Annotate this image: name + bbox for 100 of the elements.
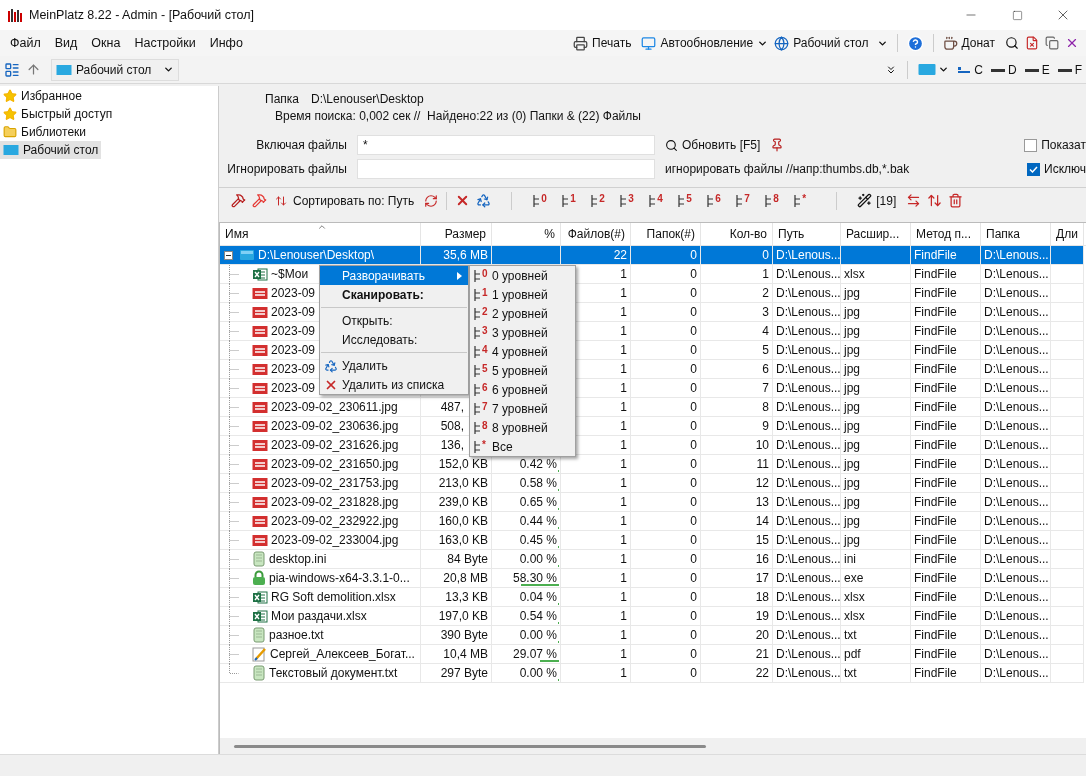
table-cell: 1 bbox=[561, 493, 631, 512]
sort-button[interactable]: Сортировать по: Путь bbox=[275, 191, 415, 210]
expand-level-button[interactable]: 3 bbox=[619, 193, 637, 208]
pin-icon[interactable] bbox=[770, 138, 785, 152]
file-name[interactable]: 2023-09-02_232922.jpg bbox=[271, 512, 399, 530]
recycle-icon[interactable] bbox=[476, 193, 492, 208]
file-name[interactable]: 2023-09 bbox=[271, 341, 316, 359]
sidebar-item[interactable]: Библиотеки bbox=[0, 123, 89, 141]
menu-item[interactable]: Исследовать: bbox=[320, 330, 468, 349]
menu-item[interactable]: Вид bbox=[47, 33, 85, 53]
option-checkbox[interactable]: Исключ bbox=[1027, 160, 1086, 178]
file-name[interactable]: Мои раздачи.xlsx bbox=[271, 607, 367, 625]
column-header[interactable]: Папок(#) bbox=[631, 223, 701, 245]
menu-item[interactable]: Удалить bbox=[320, 356, 468, 375]
file-name[interactable]: 2023-09-02_233004.jpg bbox=[271, 531, 399, 549]
column-header[interactable]: % bbox=[492, 223, 561, 245]
sidebar-item[interactable]: Быстрый доступ bbox=[0, 105, 116, 123]
close-window-icon[interactable] bbox=[1065, 36, 1079, 50]
file-name[interactable]: 2023-09-02_231650.jpg bbox=[271, 455, 399, 473]
file-name[interactable]: 2023-09-02_231828.jpg bbox=[271, 493, 399, 511]
drive-button[interactable]: E bbox=[1024, 60, 1050, 79]
file-name[interactable]: 2023-09-02_230636.jpg bbox=[271, 417, 399, 435]
clear-icon[interactable] bbox=[948, 193, 964, 208]
table-cell: jpg bbox=[841, 474, 911, 493]
file-name[interactable]: 2023-09 bbox=[271, 379, 316, 397]
table-cell: D:\Lenous... bbox=[773, 493, 841, 512]
column-header[interactable]: Папка bbox=[981, 223, 1051, 245]
table-cell: 35,6 MB bbox=[421, 246, 492, 265]
expand-level-button[interactable]: 7 bbox=[735, 193, 753, 208]
include-field[interactable]: * bbox=[357, 135, 655, 155]
expand-level-button[interactable]: 5 bbox=[677, 193, 695, 208]
panel-icon[interactable] bbox=[4, 61, 20, 78]
donate-button[interactable]: Донат bbox=[942, 34, 995, 52]
location-button[interactable]: Рабочий стол bbox=[774, 34, 888, 52]
auto-update-button[interactable]: Автообновление bbox=[641, 34, 769, 52]
scrollbar-thumb[interactable] bbox=[234, 744, 706, 748]
file-name[interactable]: 2023-09 bbox=[271, 360, 316, 378]
location-dropdown[interactable]: Рабочий стол bbox=[51, 58, 179, 81]
collapse-icon[interactable] bbox=[224, 250, 233, 260]
arrows-icon[interactable] bbox=[906, 193, 922, 208]
menu-item[interactable]: Настройки bbox=[127, 33, 203, 53]
menu-item[interactable]: Файл bbox=[3, 33, 48, 53]
drive-button[interactable]: C bbox=[957, 60, 983, 79]
search-icon[interactable] bbox=[1005, 36, 1019, 50]
file-name[interactable]: 2023-09 bbox=[271, 303, 316, 321]
file-name[interactable]: pia-windows-x64-3.3.1-0... bbox=[269, 569, 410, 587]
file-name[interactable]: 2023-09-02_231626.jpg bbox=[271, 436, 399, 454]
expand-level-button[interactable]: * bbox=[793, 193, 811, 208]
expand-level-button[interactable]: 8 bbox=[764, 193, 782, 208]
file-name[interactable]: разное.txt bbox=[269, 626, 324, 644]
expand-level-button[interactable]: 2 bbox=[590, 193, 608, 208]
sidebar-item[interactable]: Избранное bbox=[0, 87, 85, 105]
column-header[interactable]: Путь bbox=[773, 223, 841, 245]
menu-item[interactable]: Разворачивать bbox=[320, 266, 468, 285]
windows-icon[interactable] bbox=[1045, 36, 1059, 50]
file-name[interactable]: 2023-09-02_231753.jpg bbox=[271, 474, 399, 492]
file-name[interactable]: 2023-09 bbox=[271, 284, 316, 302]
expand-level-button[interactable]: 4 bbox=[648, 193, 666, 208]
column-header[interactable]: Имя bbox=[220, 223, 421, 245]
expand-level-button[interactable]: 6 bbox=[706, 193, 724, 208]
menu-item[interactable]: Открыть: bbox=[320, 311, 468, 330]
print-button[interactable]: Печать bbox=[573, 34, 632, 52]
up-icon[interactable] bbox=[26, 62, 41, 77]
file-name[interactable]: Сергей_Алексеев_Богат... bbox=[270, 645, 415, 663]
ignore-field[interactable] bbox=[357, 159, 655, 179]
column-header[interactable]: Расшир... bbox=[841, 223, 911, 245]
column-header[interactable]: Кол-во bbox=[701, 223, 773, 245]
file-name[interactable]: 2023-09 bbox=[271, 322, 316, 340]
column-header[interactable]: Размер bbox=[421, 223, 492, 245]
table-cell: 5 bbox=[701, 341, 773, 360]
close-file-icon[interactable] bbox=[1025, 36, 1039, 50]
table-cell: 22 bbox=[701, 664, 773, 683]
level-icon: 0 bbox=[473, 268, 492, 283]
file-name[interactable]: RG Soft demolition.xlsx bbox=[271, 588, 396, 606]
column-header[interactable]: Файлов(#) bbox=[561, 223, 631, 245]
refresh-button[interactable]: Обновить [F5] bbox=[665, 136, 761, 154]
menu-item[interactable]: Сканировать: bbox=[320, 285, 468, 304]
menu-item[interactable]: Окна bbox=[84, 33, 128, 53]
menu-item[interactable]: Удалить из списка bbox=[320, 375, 468, 394]
file-name[interactable]: desktop.ini bbox=[269, 550, 327, 568]
hammer-icon[interactable] bbox=[231, 193, 246, 208]
help-icon[interactable] bbox=[906, 34, 924, 52]
drive-button[interactable]: F bbox=[1057, 60, 1082, 79]
file-name[interactable]: ~$Мои bbox=[271, 265, 309, 283]
option-checkbox[interactable]: Показат bbox=[1024, 136, 1086, 154]
refresh-icon[interactable] bbox=[424, 193, 439, 208]
file-name[interactable]: 2023-09-02_230611.jpg bbox=[271, 398, 398, 416]
expand-level-button[interactable]: 0 bbox=[532, 193, 550, 208]
expand-level-button[interactable]: 1 bbox=[561, 193, 579, 208]
hammer-icon[interactable] bbox=[252, 193, 267, 208]
count-button[interactable]: [19] bbox=[857, 191, 897, 210]
file-name[interactable]: D:\Lenouser\Desktop\ bbox=[258, 246, 375, 264]
column-header[interactable]: Дли bbox=[1051, 223, 1084, 245]
monitor-dropdown[interactable] bbox=[918, 63, 950, 76]
spreadsheet-icon bbox=[252, 589, 268, 605]
sidebar-item[interactable]: Рабочий стол bbox=[0, 141, 102, 159]
drive-button[interactable]: D bbox=[990, 60, 1017, 79]
file-name[interactable]: Текстовый документ.txt bbox=[269, 664, 398, 682]
column-header[interactable]: Метод п... bbox=[911, 223, 981, 245]
menu-item[interactable]: Инфо bbox=[202, 33, 250, 53]
